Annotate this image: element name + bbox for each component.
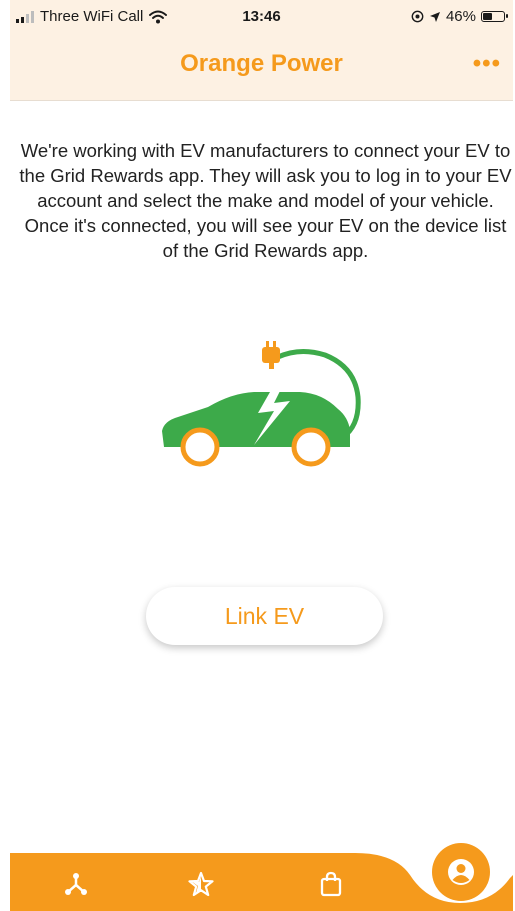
nav-shop-tab[interactable] — [316, 869, 346, 899]
network-icon — [65, 873, 87, 895]
top-bar: Three WiFi Call 13:46 46% Orange Power •… — [10, 0, 513, 101]
screen: Three WiFi Call 13:46 46% Orange Power •… — [0, 0, 515, 911]
intro-text: We're working with EV manufacturers to c… — [19, 140, 512, 261]
star-icon — [188, 871, 214, 897]
status-bar: Three WiFi Call 13:46 46% — [10, 8, 513, 28]
more-options-button[interactable]: ••• — [473, 50, 501, 78]
page-title: Orange Power — [180, 50, 343, 77]
ev-charging-car-icon — [162, 341, 361, 467]
link-ev-button[interactable]: Link EV — [146, 587, 383, 645]
bottom-nav — [10, 843, 513, 911]
nav-profile-button[interactable] — [432, 843, 490, 901]
nav-network-tab[interactable] — [61, 869, 91, 899]
battery-icon — [481, 11, 508, 22]
shopping-bag-icon — [320, 871, 342, 897]
orientation-lock-icon — [411, 10, 424, 23]
battery-level-fill — [483, 13, 492, 20]
location-arrow-icon — [429, 11, 440, 22]
profile-icon — [448, 859, 474, 885]
nav-rewards-tab[interactable] — [186, 869, 216, 899]
battery-percent: 46% — [445, 8, 476, 25]
status-right: 46% — [411, 8, 508, 25]
